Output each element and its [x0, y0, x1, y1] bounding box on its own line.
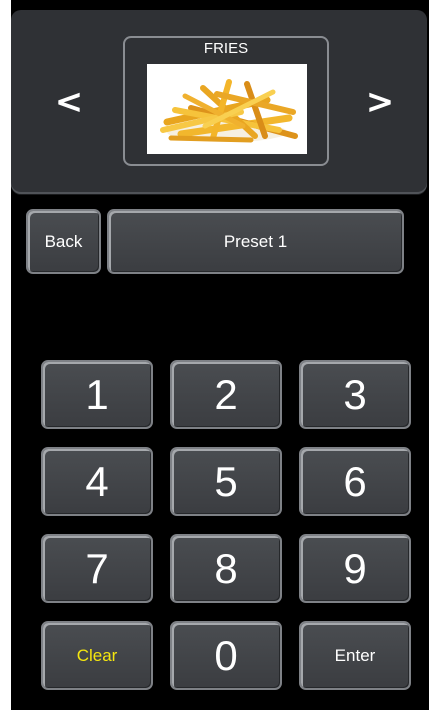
back-button[interactable]: Back — [26, 209, 101, 274]
product-card[interactable]: FRIES — [123, 36, 329, 166]
key-1[interactable]: 1 — [41, 360, 153, 429]
previous-product-button[interactable]: < — [39, 72, 99, 132]
preset-button[interactable]: Preset 1 — [107, 209, 404, 274]
key-5[interactable]: 5 — [170, 447, 282, 516]
enter-button[interactable]: Enter — [299, 621, 411, 690]
key-6[interactable]: 6 — [299, 447, 411, 516]
clear-button[interactable]: Clear — [41, 621, 153, 690]
key-0[interactable]: 0 — [170, 621, 282, 690]
fries-icon — [147, 64, 307, 154]
key-4[interactable]: 4 — [41, 447, 153, 516]
next-product-button[interactable]: > — [350, 72, 410, 132]
product-carousel: < FRIES > — [11, 10, 427, 194]
fries-image — [147, 64, 307, 154]
product-name: FRIES — [203, 40, 249, 57]
key-8[interactable]: 8 — [170, 534, 282, 603]
key-9[interactable]: 9 — [299, 534, 411, 603]
key-7[interactable]: 7 — [41, 534, 153, 603]
key-2[interactable]: 2 — [170, 360, 282, 429]
key-3[interactable]: 3 — [299, 360, 411, 429]
